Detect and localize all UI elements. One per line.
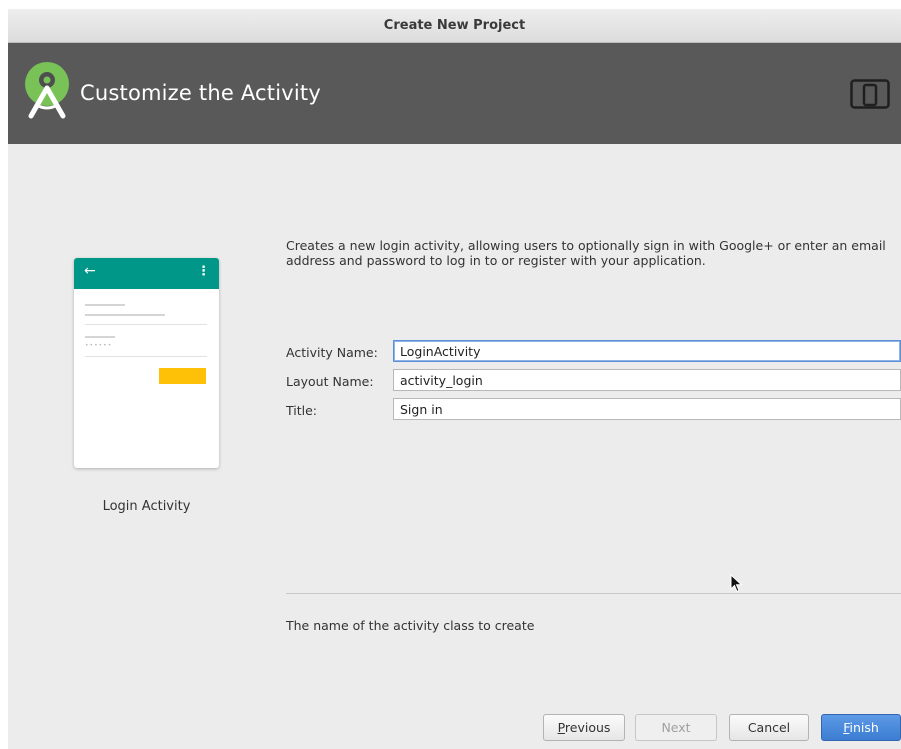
preview-password-dots: ••••••: [85, 342, 113, 349]
template-description: Creates a new login activity, allowing u…: [286, 238, 886, 268]
previous-mnemonic: P: [557, 720, 565, 735]
window-titlebar[interactable]: Create New Project: [8, 9, 901, 43]
activity-name-label: Activity Name:: [286, 345, 378, 360]
title-input[interactable]: [393, 398, 901, 420]
help-separator: [286, 593, 901, 594]
mouse-pointer-icon: [730, 574, 743, 593]
finish-button[interactable]: Finish: [821, 714, 901, 741]
cancel-label: Cancel: [747, 720, 791, 735]
overflow-menu-icon: ⋮: [197, 264, 210, 279]
android-studio-logo-icon: [25, 62, 69, 119]
preview-app-bar: ← ⋮: [74, 258, 219, 289]
template-name: Login Activity: [102, 499, 191, 514]
activity-name-input[interactable]: [393, 340, 901, 362]
header-title: Customize the Activity: [80, 81, 321, 105]
finish-label: inish: [849, 720, 879, 735]
cancel-button[interactable]: Cancel: [729, 714, 809, 741]
field-help-text: The name of the activity class to create: [286, 618, 535, 633]
arrow-back-icon: ←: [84, 263, 96, 279]
preview-email-label: [85, 304, 125, 306]
wizard-header: Customize the Activity: [8, 43, 901, 144]
layout-name-input[interactable]: [393, 369, 901, 391]
next-button[interactable]: Next: [635, 714, 717, 741]
preview-password-label: [85, 336, 115, 338]
layout-name-label: Layout Name:: [286, 374, 374, 389]
preview-sign-in-button: [159, 368, 206, 384]
previous-button[interactable]: Previous: [543, 714, 625, 741]
title-label: Title:: [286, 403, 317, 418]
window-title: Create New Project: [383, 18, 526, 33]
preview-email-field: [85, 314, 165, 316]
phone-tablet-icon: [850, 79, 890, 109]
preview-divider: [85, 324, 207, 325]
login-activity-preview: ← ⋮ ••••••: [74, 258, 219, 468]
previous-label: revious: [564, 720, 611, 735]
next-label: Next: [661, 720, 691, 735]
preview-divider: [85, 356, 207, 357]
create-project-dialog: Create New Project Customize the Activit…: [8, 9, 901, 749]
